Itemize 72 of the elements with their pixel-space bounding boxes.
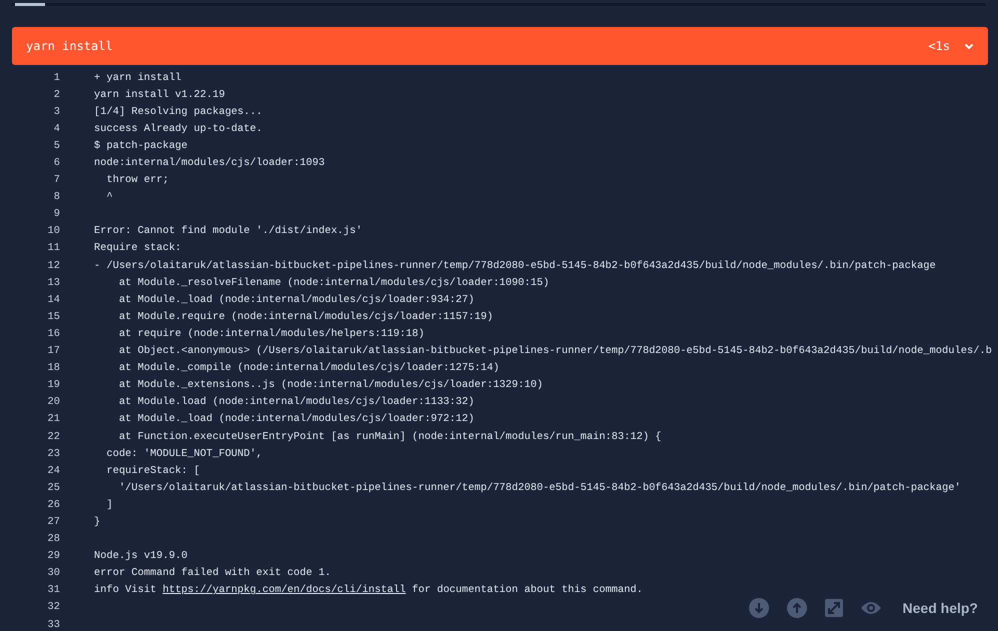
line-number: 16 (46, 328, 60, 340)
scroll-up-icon[interactable] (786, 598, 807, 618)
log-line: at Module.require (node:internal/modules/cjs/loader:1157:19) (118, 310, 494, 323)
eye-icon[interactable] (860, 601, 881, 615)
line-number: 13 (46, 276, 60, 289)
log-line: at require (node:internal/modules/helpers:119:18) (118, 328, 424, 340)
line-number: 27 (46, 516, 60, 528)
log-line: at Module._extensions..js (node:internal/modules/cjs/loader:1329:10) (118, 379, 543, 392)
line-number: 33 (46, 618, 60, 631)
line-number: 6 (52, 157, 60, 170)
log-line: error Command failed with exit code 1. (94, 567, 331, 580)
log-line: Require stack: (94, 242, 182, 254)
line-number: 32 (46, 601, 60, 614)
help-link[interactable]: Need help? (902, 600, 978, 616)
line-number: 19 (46, 379, 60, 392)
line-number: 4 (52, 122, 60, 135)
line-number: 9 (52, 208, 60, 220)
line-number: 8 (52, 191, 60, 204)
line-number: 5 (52, 140, 60, 152)
log-line: code: 'MODULE_NOT_FOUND', (105, 448, 262, 460)
chevron-icon (964, 42, 974, 50)
log-line: $ patch-package (94, 140, 188, 152)
docs-link[interactable]: https://yarnpkg.com/en/docs/cli/install (162, 584, 406, 596)
log-line: node:internal/modules/cjs/loader:1093 (94, 157, 325, 170)
line-number: 15 (46, 310, 60, 323)
line-number: 1 (52, 72, 60, 84)
log-line: yarn install v1.22.19 (94, 88, 225, 101)
line-number: 11 (46, 242, 60, 254)
line-number: 17 (46, 345, 60, 358)
log-line: + yarn install (94, 72, 182, 84)
log-line: - /Users/olaitaruk/atlassian-bitbucket-pipelines-runner/temp/778d2080-e5bd-5145-84b2-b0f643a2d435/build/node_modules/.bin/patch-package (94, 260, 936, 272)
line-number: 30 (46, 567, 60, 580)
step-title: yarn install (26, 39, 114, 53)
log-line: at Module._load (node:internal/modules/cjs/loader:972:12) (118, 413, 474, 426)
line-number: 28 (46, 533, 60, 546)
log-line: at Object.<anonymous> (/Users/olaitaruk/atlassian-bitbucket-pipelines-runner/temp/778d2080-e5bd-5145-84b2-b0f643a2d435/build/node_modules/.b (118, 345, 992, 358)
log-line: Error: Cannot find module './dist/index.js' (94, 225, 362, 238)
line-number: 24 (46, 464, 60, 477)
line-number: 31 (46, 584, 60, 596)
tab-indicator (15, 3, 45, 6)
log-line: ] (105, 498, 113, 511)
log-line: at Module._resolveFilename (node:internal/modules/cjs/loader:1090:15) (118, 276, 550, 289)
log-line: } (94, 516, 100, 528)
log-line: info Visit https://yarnpkg.com/en/docs/cli/install for documentation about this command. (94, 584, 643, 596)
log-line: '/Users/olaitaruk/atlassian-bitbucket-pipelines-runner/temp/778d2080-e5bd-5145-84b2-b0f643a2d435/build/node_modules/.bin/patch-package' (118, 482, 961, 494)
line-number: 29 (46, 550, 60, 562)
step-duration: <1s (928, 39, 950, 53)
line-number: 23 (46, 448, 60, 460)
line-number: 2 (52, 88, 60, 101)
line-number: 20 (46, 396, 60, 408)
line-number: 26 (46, 498, 60, 511)
line-number: 22 (46, 430, 60, 443)
log-line: throw err; (105, 174, 169, 186)
log-line: at Function.executeUserEntryPoint [as runMain] (node:internal/modules/run_main:83:12) { (118, 430, 662, 443)
log-line: at Module._compile (node:internal/modules/cjs/loader:1275:14) (118, 362, 500, 374)
line-number: 3 (52, 106, 60, 118)
scroll-down-icon[interactable] (748, 598, 769, 618)
line-number: 12 (46, 260, 60, 272)
line-number: 25 (46, 482, 60, 494)
log-line: ^ (105, 191, 113, 204)
log-line: Node.js v19.9.0 (94, 550, 188, 562)
line-number: 18 (46, 362, 60, 374)
line-number: 21 (46, 413, 60, 426)
log-line: requireStack: [ (105, 464, 200, 477)
log-line: at Module._load (node:internal/modules/cjs/loader:934:27) (118, 294, 474, 306)
line-number: 10 (46, 225, 60, 238)
log-line: at Module.load (node:internal/modules/cjs/loader:1133:32) (118, 396, 474, 408)
log-line: success Already up-to-date. (94, 122, 262, 135)
log-line: [1/4] Resolving packages... (94, 106, 262, 118)
expand-icon[interactable] (824, 599, 843, 617)
line-number: 14 (46, 294, 60, 306)
line-number: 7 (52, 174, 60, 186)
